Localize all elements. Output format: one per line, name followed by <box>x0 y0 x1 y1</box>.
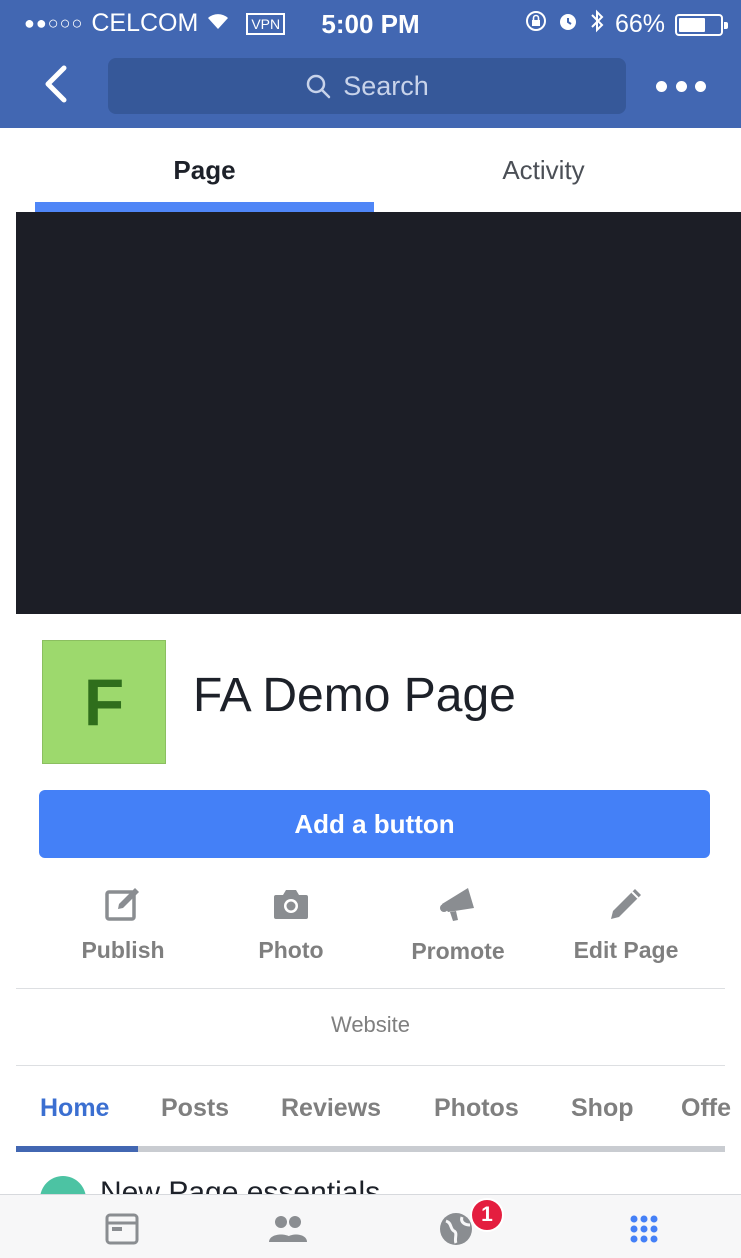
bluetooth-icon <box>589 9 605 40</box>
compose-icon <box>103 884 143 923</box>
website-link[interactable]: Website <box>0 1012 741 1038</box>
friends-icon <box>269 1216 307 1242</box>
friends-tab[interactable] <box>258 1209 318 1249</box>
rotation-lock-icon <box>525 10 547 39</box>
notification-badge: 1 <box>470 1198 504 1232</box>
camera-icon <box>271 884 311 923</box>
tab-activity[interactable]: Activity <box>374 128 713 212</box>
publish-button[interactable]: Publish <box>43 884 203 964</box>
back-button[interactable] <box>38 64 78 104</box>
more-grid-icon <box>630 1215 658 1243</box>
search-input[interactable]: Search <box>108 58 626 114</box>
edit-page-label: Edit Page <box>573 937 679 963</box>
megaphone-icon <box>438 884 478 924</box>
photo-label: Photo <box>258 937 324 963</box>
section-tab-reviews[interactable]: Reviews <box>281 1094 381 1123</box>
chevron-left-icon <box>45 65 67 103</box>
publish-label: Publish <box>81 937 165 963</box>
section-tab-offers[interactable]: Offe <box>681 1094 731 1123</box>
photo-button[interactable]: Photo <box>211 884 371 964</box>
feed-icon <box>105 1213 139 1245</box>
battery-percent: 66% <box>614 10 665 38</box>
battery-level <box>679 17 706 32</box>
section-tab-photos[interactable]: Photos <box>434 1094 519 1123</box>
section-tab-posts[interactable]: Posts <box>161 1094 229 1123</box>
alarm-icon <box>557 10 579 39</box>
more-options-button[interactable] <box>656 76 706 96</box>
edit-page-button[interactable]: Edit Page <box>546 884 706 964</box>
cover-photo[interactable] <box>16 212 741 614</box>
more-dots-icon <box>656 80 667 92</box>
section-tab-track <box>16 1146 725 1152</box>
tab-activity-label: Activity <box>502 154 585 185</box>
status-bar: ●●○○○ CELCOM VPN 5:00 PM 66% <box>0 0 741 46</box>
promote-button[interactable]: Promote <box>378 884 538 964</box>
bottom-tab-bar <box>0 1194 741 1258</box>
section-tab-shop[interactable]: Shop <box>571 1094 634 1123</box>
avatar-letter: F <box>83 665 125 739</box>
globe-icon <box>440 1213 472 1245</box>
pencil-icon <box>606 884 646 923</box>
section-tab-home[interactable]: Home <box>40 1094 109 1123</box>
promote-label: Promote <box>411 938 505 964</box>
divider <box>16 988 725 989</box>
tab-page-label: Page <box>173 154 236 185</box>
page-tabs: Page Activity <box>0 128 741 212</box>
active-tab-indicator <box>35 202 374 212</box>
more-tab[interactable] <box>614 1209 674 1249</box>
nav-header: ●●○○○ CELCOM VPN 5:00 PM 66% Search <box>0 0 741 128</box>
section-tab-indicator <box>16 1146 138 1152</box>
tab-page[interactable]: Page <box>35 128 374 212</box>
search-icon <box>306 74 331 99</box>
section-tabs: Home Posts Reviews Photos Shop Offe <box>0 1066 741 1148</box>
battery-icon <box>675 13 728 36</box>
feed-tab[interactable] <box>92 1209 152 1249</box>
add-a-button[interactable]: Add a button <box>39 790 710 858</box>
page-title: FA Demo Page <box>193 669 516 722</box>
profile-avatar[interactable]: F <box>42 640 166 764</box>
search-placeholder: Search <box>343 70 429 101</box>
